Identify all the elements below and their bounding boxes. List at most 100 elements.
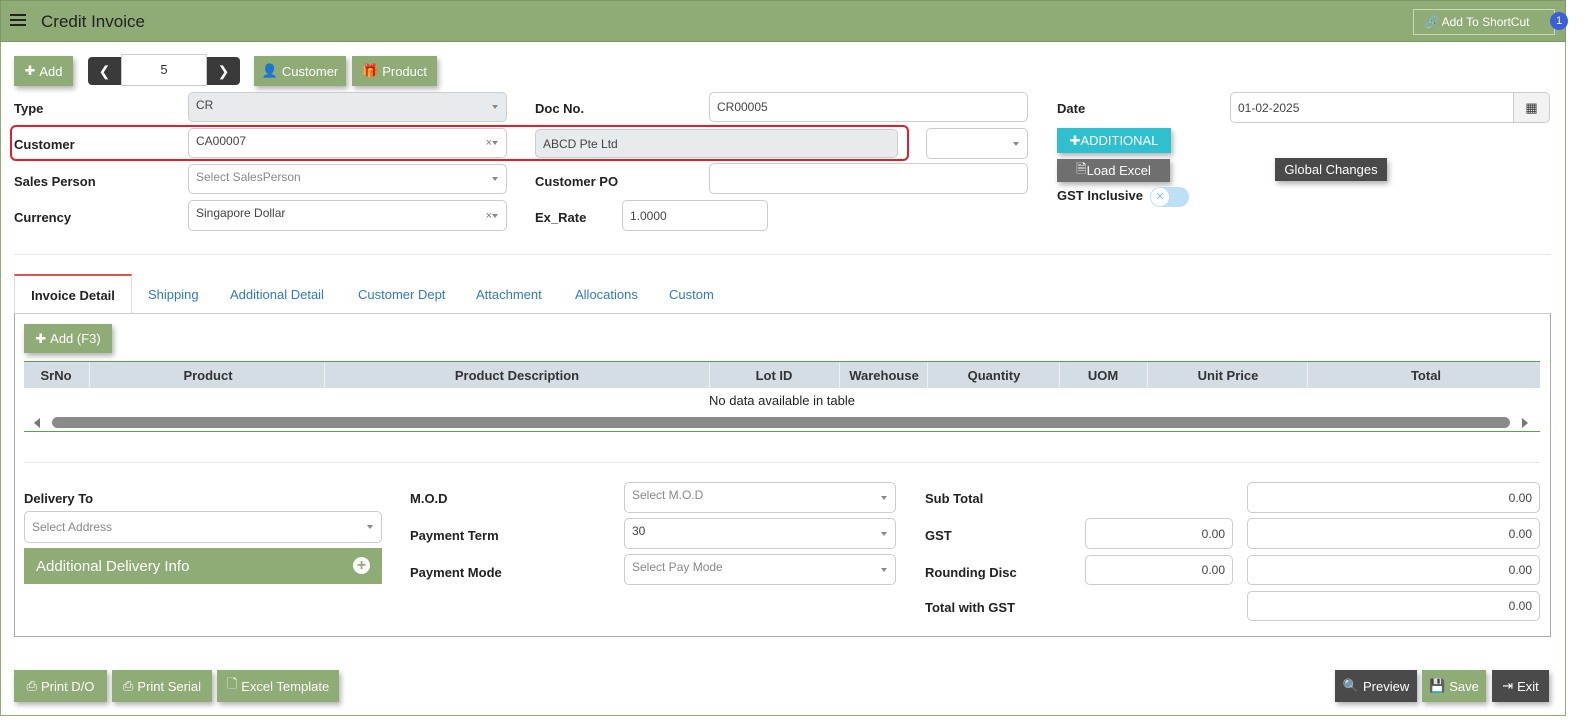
hamburger-menu-icon[interactable] (10, 14, 26, 27)
excel-template-button[interactable]: 🗋 Excel Template (217, 670, 339, 702)
excel-file-icon: 🗎 (1076, 160, 1087, 176)
customer-extra-select[interactable] (926, 128, 1028, 159)
load-excel-button[interactable]: 🗎 Load Excel (1057, 159, 1170, 182)
gst-rate-input[interactable]: 0.00 (1085, 518, 1233, 549)
floppy-icon: 💾 (1429, 678, 1446, 693)
plus-icon: ✚ (35, 330, 47, 346)
print-do-button[interactable]: ⎙ Print D/O (14, 670, 107, 702)
calendar-icon[interactable]: ▦ (1513, 92, 1550, 123)
date-input[interactable]: 01-02-2025 (1230, 92, 1514, 123)
table-empty-message: No data available in table (709, 393, 855, 408)
plus-icon: ✚ (1069, 132, 1081, 148)
chevron-left-icon: ❮ (98, 62, 111, 79)
currency-select[interactable]: Singapore Dollar × (188, 200, 507, 231)
scroll-left-icon[interactable] (34, 418, 40, 428)
horizontal-scrollbar[interactable] (24, 414, 1540, 432)
exit-button[interactable]: ⇥ Exit (1492, 670, 1549, 702)
sales-person-select[interactable]: Select SalesPerson (188, 164, 507, 194)
record-number-input[interactable]: 5 (121, 54, 207, 86)
column-header-quantity[interactable]: Quantity (968, 368, 1021, 383)
customer-po-input[interactable] (709, 163, 1028, 194)
chevron-right-icon: ❯ (217, 62, 230, 79)
additional-button[interactable]: ✚ ADDITIONAL (1057, 128, 1171, 153)
tab-custom[interactable]: Custom (669, 287, 714, 302)
additional-delivery-info-panel[interactable]: Additional Delivery Info + (24, 548, 382, 584)
rounding-disc-label: Rounding Disc (925, 565, 1017, 580)
mod-select[interactable]: Select M.O.D (624, 482, 896, 513)
sign-out-icon: ⇥ (1502, 678, 1514, 693)
date-label: Date (1057, 101, 1086, 116)
add-to-shortcut-button[interactable]: 🔗 Add To ShortCut (1413, 9, 1555, 35)
delivery-address-select[interactable]: Select Address (24, 511, 382, 543)
column-divider (709, 362, 710, 389)
column-divider (927, 362, 928, 389)
user-icon: 👤 (261, 63, 278, 78)
tab-allocations[interactable]: Allocations (575, 287, 638, 302)
tab-shipping[interactable]: Shipping (148, 287, 199, 302)
column-header-product-description[interactable]: Product Description (455, 368, 579, 383)
tab-invoice-detail[interactable]: Invoice Detail (14, 274, 132, 314)
printer-icon: ⎙ (123, 678, 134, 693)
preview-button[interactable]: 🔍 Preview (1335, 670, 1417, 702)
docno-input[interactable]: CR00005 (709, 92, 1028, 122)
frame-right-border (1565, 0, 1566, 716)
customer-po-label: Customer PO (535, 174, 619, 189)
payment-mode-label: Payment Mode (410, 565, 502, 580)
column-divider (1059, 362, 1060, 389)
column-header-warehouse[interactable]: Warehouse (849, 368, 919, 383)
highlight-box (10, 125, 909, 161)
tab-additional-detail[interactable]: Additional Detail (230, 287, 324, 302)
exrate-label: Ex_Rate (535, 210, 587, 225)
column-header-product[interactable]: Product (183, 368, 232, 383)
total-with-gst-label: Total with GST (925, 600, 1016, 615)
add-row-button[interactable]: ✚ Add (F3) (24, 324, 112, 353)
tab-attachment[interactable]: Attachment (476, 287, 542, 302)
global-changes-button[interactable]: Global Changes (1275, 158, 1387, 181)
add-button[interactable]: ✚ Add (14, 56, 73, 86)
sales-person-label: Sales Person (14, 174, 96, 189)
save-button[interactable]: 💾 Save (1422, 670, 1486, 702)
frame-left-border (0, 0, 1, 716)
mod-label: M.O.D (410, 491, 448, 506)
column-divider (324, 362, 325, 389)
plus-circle-icon[interactable]: + (353, 557, 370, 574)
next-record-button[interactable]: ❯ (207, 57, 240, 85)
scroll-right-icon[interactable] (1522, 418, 1528, 428)
rounding-rate-input[interactable]: 0.00 (1085, 555, 1233, 585)
top-bar (0, 0, 1566, 42)
column-header-uom[interactable]: UOM (1088, 368, 1118, 383)
column-header-total[interactable]: Total (1411, 368, 1441, 383)
column-header-lot-id[interactable]: Lot ID (756, 368, 793, 383)
docno-label: Doc No. (535, 101, 585, 116)
total-with-gst-field: 0.00 (1247, 591, 1540, 621)
printer-icon: ⎙ (26, 678, 37, 693)
gst-inclusive-toggle[interactable]: ✕ (1150, 187, 1189, 207)
product-button[interactable]: 🎁 Product (352, 56, 437, 86)
exrate-input[interactable]: 1.0000 (622, 200, 768, 231)
type-select[interactable]: CR (188, 92, 507, 122)
plus-icon: ✚ (24, 63, 36, 78)
notification-badge: 1 (1550, 12, 1568, 30)
gst-label: GST (925, 528, 952, 543)
column-header-unit-price[interactable]: Unit Price (1198, 368, 1259, 383)
prev-record-button[interactable]: ❮ (88, 57, 121, 85)
rounding-amount-field: 0.00 (1247, 555, 1540, 585)
payment-term-select[interactable]: 30 (624, 518, 896, 549)
gst-amount-field: 0.00 (1247, 518, 1540, 549)
gift-icon: 🎁 (362, 63, 379, 78)
scrollbar-thumb[interactable] (52, 417, 1510, 428)
payment-mode-select[interactable]: Select Pay Mode (624, 554, 896, 585)
tab-customer-dept[interactable]: Customer Dept (358, 287, 445, 302)
delivery-to-label: Delivery To (24, 491, 94, 506)
print-serial-button[interactable]: ⎙ Print Serial (112, 670, 212, 702)
shortcut-label: Add To ShortCut (1441, 15, 1530, 29)
table-header: SrNo Product Product Description Lot ID … (24, 361, 1540, 389)
subtotal-label: Sub Total (925, 491, 984, 506)
column-header-srno[interactable]: SrNo (40, 368, 71, 383)
customer-button[interactable]: 👤 Customer (254, 56, 346, 86)
link-icon: 🔗 (1424, 15, 1442, 29)
page-title: Credit Invoice (41, 12, 145, 31)
column-divider (1147, 362, 1148, 389)
x-icon: ✕ (1151, 188, 1169, 206)
frame-bottom-border (0, 715, 1566, 716)
